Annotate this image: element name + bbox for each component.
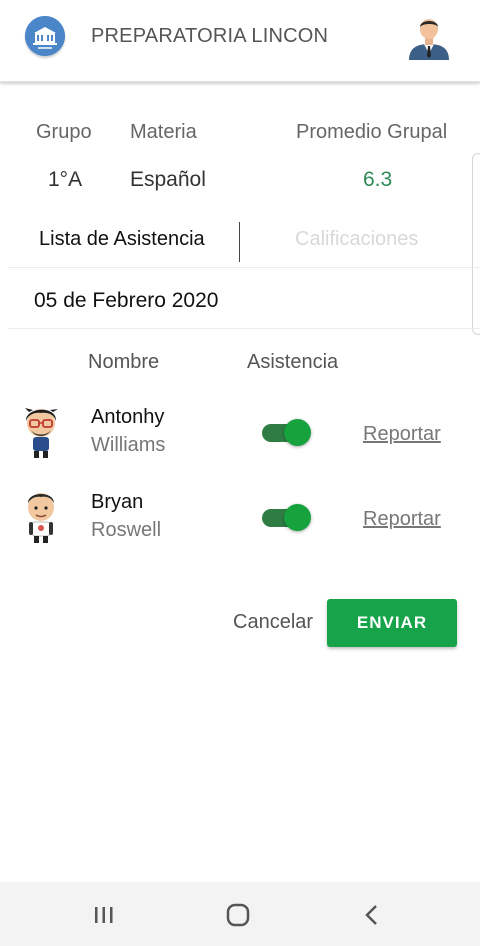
promedio-value: 6.3 xyxy=(363,168,393,191)
student-avatar-icon xyxy=(21,488,61,544)
tab-divider xyxy=(239,222,240,262)
student-first-name: Antonhy xyxy=(91,406,165,428)
report-link[interactable]: Reportar xyxy=(363,508,441,531)
materia-value: Español xyxy=(130,168,206,191)
attendance-toggle[interactable] xyxy=(262,503,311,533)
promedio-label: Promedio Grupal xyxy=(296,121,448,143)
grupo-value: 1°A xyxy=(48,168,83,191)
tab-calificaciones[interactable]: Calificaciones xyxy=(295,228,418,251)
column-header-nombre: Nombre xyxy=(88,351,160,373)
school-logo-icon xyxy=(25,16,65,56)
divider xyxy=(8,328,480,329)
student-last-name: Williams xyxy=(91,434,166,456)
tab-lista-de-asistencia[interactable]: Lista de Asistencia xyxy=(39,228,205,251)
student-last-name: Roswell xyxy=(91,519,162,541)
divider xyxy=(8,267,480,268)
user-avatar-icon[interactable] xyxy=(407,14,451,60)
app-title: PREPARATORIA LINCON xyxy=(91,25,329,47)
scroll-indicator xyxy=(472,153,480,335)
attendance-date: 05 de Febrero 2020 xyxy=(34,289,219,312)
student-first-name: Bryan xyxy=(91,491,144,513)
column-header-asistencia: Asistencia xyxy=(247,351,339,373)
home-icon[interactable] xyxy=(223,900,253,930)
app-bar: PREPARATORIA LINCON xyxy=(0,0,480,82)
send-button[interactable]: ENVIAR xyxy=(327,599,457,647)
student-avatar-icon xyxy=(21,403,61,459)
system-nav-bar xyxy=(0,882,480,946)
cancel-button[interactable]: Cancelar xyxy=(233,611,313,634)
attendance-toggle[interactable] xyxy=(262,418,311,448)
back-icon[interactable] xyxy=(357,900,387,930)
grupo-label: Grupo xyxy=(36,121,92,143)
report-link[interactable]: Reportar xyxy=(363,423,441,446)
recent-apps-icon[interactable] xyxy=(89,900,119,930)
materia-label: Materia xyxy=(130,121,197,143)
